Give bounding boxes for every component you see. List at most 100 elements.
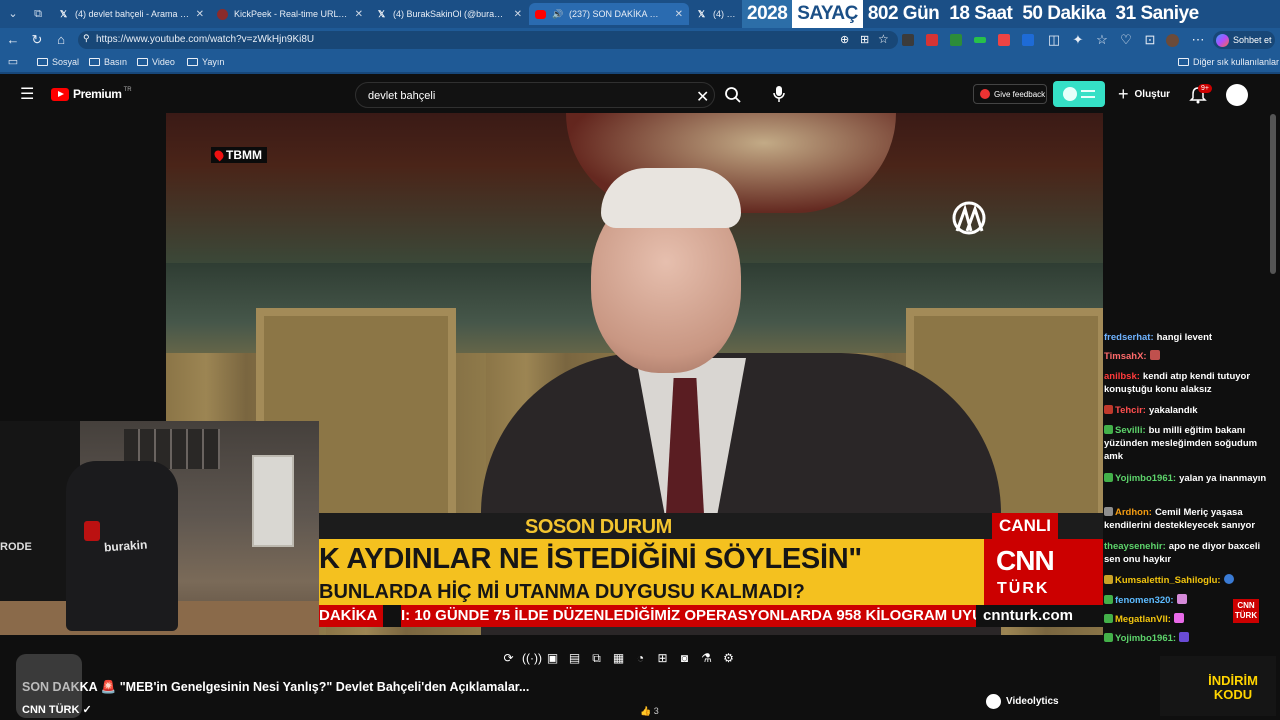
other-bookmarks[interactable]: Diğer sık kullanılanlar [1178, 57, 1279, 67]
more-menu-icon[interactable]: ⋯ [1190, 32, 1206, 48]
chat-message: Tehcir: yakalandık [1104, 404, 1274, 417]
youtube-premium-logo[interactable]: Premium TR [51, 87, 132, 101]
countdown-year: 2028 [742, 0, 793, 28]
extensions-icon[interactable]: ✦ [1070, 32, 1086, 48]
chat-message: fredserhat: hangi levent [1104, 332, 1213, 343]
bookmarks-toggle-icon[interactable]: ▭ [5, 54, 21, 70]
translate-icon[interactable]: ⊕ [840, 33, 849, 46]
browser-essentials-icon[interactable]: ♡ [1118, 32, 1134, 48]
extension-icon[interactable] [950, 34, 962, 46]
loop-icon[interactable]: ⟳ [500, 650, 517, 667]
account-avatar[interactable] [1226, 84, 1248, 106]
extension-icon[interactable] [1022, 34, 1034, 46]
browser-tab[interactable]: KickPeek - Real-time URL Crawler ✕ [211, 3, 369, 25]
back-icon[interactable]: ← [5, 32, 21, 48]
bookmark-folder-basin[interactable]: Basın [89, 57, 127, 67]
picture-in-picture-icon[interactable]: ⧉ [588, 650, 605, 667]
x-logo-icon: 𝕏 [377, 8, 386, 19]
chat-message: Ardhon: Cemil Meriç yaşasa kendilerini de… [1104, 507, 1256, 531]
badge-icon [1104, 473, 1113, 482]
lab-icon[interactable]: ⚗ [698, 650, 715, 667]
bookmark-folder-video[interactable]: Video [137, 57, 175, 67]
close-icon[interactable]: ✕ [514, 9, 522, 20]
favorite-star-icon[interactable]: ☆ [878, 32, 889, 46]
badge-icon [1104, 425, 1113, 434]
bookmark-folder-yayin[interactable]: Yayın [187, 57, 224, 67]
x-logo-icon: 𝕏 [697, 8, 706, 19]
collections-icon[interactable]: ⊡ [1142, 32, 1158, 48]
ticker-site: cnnturk.com [983, 607, 1074, 624]
browser-tab[interactable]: 𝕏 (4) X'te V [690, 3, 742, 25]
extension-toggle-button[interactable] [1053, 81, 1105, 107]
chat-message: Kumsalettin_Sahiloglu: [1104, 574, 1274, 587]
menu-hamburger-icon[interactable]: ☰ [20, 87, 34, 103]
location-tag: TBMM [211, 147, 267, 163]
site-info-icon[interactable]: ⚲ [83, 33, 90, 44]
browser-tab[interactable]: 𝕏 (4) devlet bahçeli - Arama / X ✕ [52, 3, 210, 25]
favorites-icon[interactable]: ☆ [1094, 32, 1110, 48]
speaker-icon[interactable]: 🔊 [552, 9, 563, 20]
toggle-knob-icon [1063, 87, 1077, 101]
badge-icon [1104, 633, 1113, 642]
close-icon[interactable]: ✕ [196, 9, 204, 20]
youtube-header: ☰ Premium TR devlet bahçeli ✕ Give feedb… [0, 76, 1280, 114]
ticker-label: DAKİKA [319, 605, 384, 627]
bookmark-folder-sosyal[interactable]: Sosyal [37, 57, 79, 67]
chat-cnn-turk-logo: CNN TÜRK [1233, 599, 1259, 623]
channel-name[interactable]: CNN TÜRK ✓ [22, 703, 92, 716]
reader-icon[interactable]: ⊞ [860, 33, 869, 46]
folder-icon [1178, 58, 1189, 66]
videolytics-button[interactable]: Videolytics [986, 694, 1059, 709]
search-input[interactable]: devlet bahçeli ✕ [355, 82, 715, 108]
profile-avatar-icon[interactable] [1166, 34, 1179, 47]
microphone-icon[interactable] [772, 85, 786, 103]
headline-box: K AYDINLAR NE İSTEDİĞİNİ SÖYLESİN" BUNLA… [319, 539, 984, 605]
search-query: devlet bahçeli [368, 90, 436, 102]
workspaces-icon[interactable]: ⧉ [30, 6, 46, 22]
speed-icon[interactable]: ◔ [632, 650, 649, 667]
scrollbar[interactable] [1270, 114, 1276, 274]
close-icon[interactable]: ✕ [355, 9, 363, 20]
youtube-play-icon [51, 87, 69, 101]
plus-icon: + [1118, 84, 1129, 104]
add-icon[interactable]: ⊞ [654, 650, 671, 667]
son-durum-label: SOSON DURUM [525, 516, 672, 538]
video-title: SON DAKKA 🚨 "MEB'in Genelgesinin Nesi Ya… [22, 680, 530, 694]
badge-icon [1104, 405, 1113, 414]
news-lower-third: SOSON DURUM CANLI K AYDINLAR NE İSTEDİĞİ… [319, 513, 1103, 631]
clip-icon[interactable]: ▤ [566, 650, 583, 667]
tab-list-chevron-icon[interactable]: ⌄ [5, 6, 21, 22]
screenshot-icon[interactable]: ▣ [544, 650, 561, 667]
home-icon[interactable]: ⌂ [53, 32, 69, 48]
extension-icon[interactable] [902, 34, 914, 46]
reload-icon[interactable]: ↻ [29, 32, 45, 48]
settings-gear-icon[interactable]: ⚙ [720, 650, 737, 667]
extension-icon[interactable] [974, 37, 986, 43]
create-button[interactable]: + Oluştur [1118, 84, 1170, 104]
search-icon[interactable] [724, 86, 742, 104]
give-feedback-button[interactable]: Give feedback [973, 84, 1047, 104]
close-icon[interactable]: ✕ [675, 9, 683, 20]
copilot-chat-button[interactable]: Sohbet et [1213, 31, 1275, 49]
badge-icon [1104, 595, 1113, 604]
browser-tab-active[interactable]: 🔊 (237) SON DAKİKA 🚨 "MEB'in ✕ [529, 3, 689, 25]
aa-agency-logo-icon [952, 201, 986, 235]
badge-icon [1104, 507, 1113, 516]
clear-search-icon[interactable]: ✕ [696, 87, 709, 107]
folder-icon [187, 58, 198, 66]
like-count[interactable]: 👍 3 [640, 706, 659, 717]
broadcast-icon[interactable]: ((·)) [522, 650, 542, 667]
extension-icon[interactable] [998, 34, 1010, 46]
notification-count-badge: 9+ [1198, 84, 1212, 93]
lower-third-top-bar: SOSON DURUM CANLI [319, 513, 1103, 539]
x-logo-icon: 𝕏 [59, 8, 68, 19]
browser-tab[interactable]: 𝕏 (4) BurakSakinOl (@buraktut_) / X ✕ [370, 3, 528, 25]
split-screen-icon[interactable]: ◫ [1046, 32, 1062, 48]
chat-message: anilbsk: kendi atıp kendi tutuyor konuştu… [1104, 371, 1251, 395]
extension-icon[interactable] [926, 34, 938, 46]
address-bar[interactable]: ⚲ https://www.youtube.com/watch?v=zWkHjn… [78, 31, 898, 49]
grid-icon[interactable]: ▦ [610, 650, 627, 667]
camera-icon[interactable]: ◙ [676, 650, 693, 667]
player-controls: ⟳ ((·)) ▣ ▤ ⧉ ▦ ◔ ⊞ ◙ ⚗ ⚙ [500, 648, 770, 668]
countdown-days: 802 Gün [867, 3, 940, 24]
